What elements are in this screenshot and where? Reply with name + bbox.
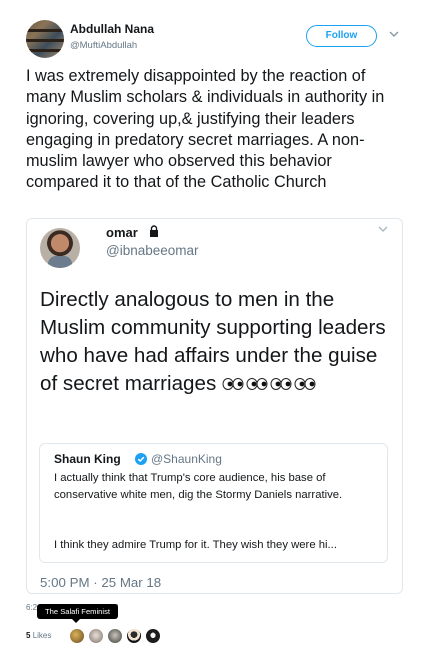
- nested-author-name[interactable]: Shaun King: [54, 452, 121, 466]
- nested-tweet-text-continued: I think they admire Trump for it. They w…: [54, 539, 337, 551]
- nested-tweet-text: I actually think that Trump's core audie…: [54, 472, 343, 501]
- eyes-icon: [222, 371, 318, 399]
- lock-icon: [149, 225, 159, 238]
- chevron-down-icon[interactable]: [377, 223, 389, 238]
- nested-author-handle[interactable]: @ShaunKing: [151, 452, 222, 466]
- quoted-tweet-card[interactable]: omar @ibnabeeomar Directly analogous to …: [26, 218, 403, 594]
- tweet-text: I was extremely disappointed by the reac…: [26, 67, 385, 192]
- liker-tooltip: The Salafi Feminist: [37, 604, 118, 619]
- liker-avatar[interactable]: [126, 628, 142, 644]
- liker-avatar[interactable]: [69, 628, 85, 644]
- liker-avatar[interactable]: [107, 628, 123, 644]
- likes-number: 5: [26, 631, 31, 640]
- chevron-down-icon[interactable]: [388, 28, 400, 40]
- tweet-timestamp[interactable]: 6:2: [26, 603, 37, 612]
- author-name[interactable]: Abdullah Nana: [70, 22, 154, 36]
- follow-button[interactable]: Follow: [306, 25, 377, 47]
- liker-avatar[interactable]: [145, 628, 161, 644]
- quoted-text-body: Directly analogous to men in the Muslim …: [40, 288, 386, 395]
- likes-label: Likes: [32, 631, 52, 640]
- author-avatar[interactable]: [26, 20, 64, 58]
- liker-avatar[interactable]: [88, 628, 104, 644]
- nested-quoted-tweet[interactable]: Shaun King @ShaunKing I actually think t…: [39, 443, 388, 563]
- verified-icon: [135, 452, 147, 465]
- tweet-header: Abdullah Nana @MuftiAbdullah Follow: [0, 0, 424, 60]
- author-handle[interactable]: @MuftiAbdullah: [70, 40, 137, 51]
- quoted-author-avatar[interactable]: [40, 228, 80, 268]
- quoted-author-name[interactable]: omar: [106, 225, 138, 240]
- quoted-tweet-text: Directly analogous to men in the Muslim …: [40, 286, 390, 399]
- likes-count[interactable]: 5 Likes: [26, 631, 51, 640]
- tooltip-arrow: [71, 618, 81, 623]
- quoted-timestamp[interactable]: 5:00 PM · 25 Mar 18: [40, 575, 161, 590]
- quoted-author-handle[interactable]: @ibnabeeomar: [106, 243, 199, 258]
